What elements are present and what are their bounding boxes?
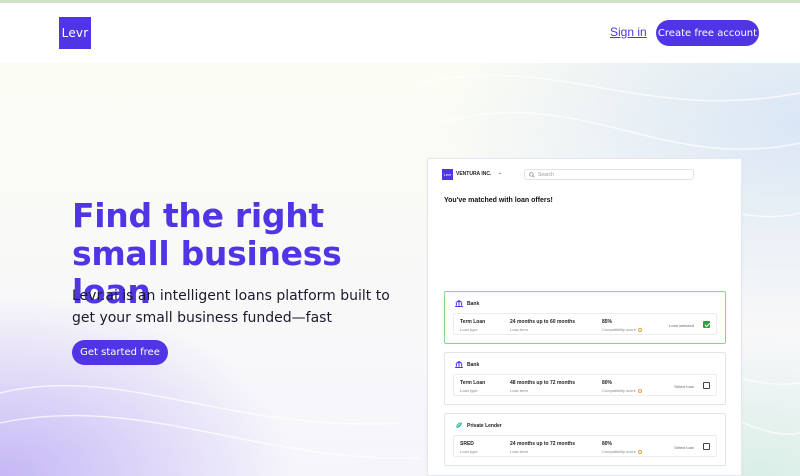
info-icon[interactable] bbox=[637, 388, 642, 393]
loan-action-label: Select loan bbox=[674, 384, 694, 389]
compatibility-score-value: 80% bbox=[602, 441, 613, 447]
lender-name: Bank bbox=[467, 301, 480, 307]
company-selector[interactable]: VENTURA INC. bbox=[456, 171, 491, 177]
private-lender-icon bbox=[455, 422, 463, 429]
loan-term-value: 24 months up to 60 months bbox=[510, 319, 576, 325]
compatibility-score-label: Compatibility score bbox=[602, 327, 642, 332]
loan-offer-card[interactable]: Private Lender SRED Loan type 24 months … bbox=[444, 413, 726, 466]
loan-term-label: Loan term bbox=[510, 449, 529, 454]
hero-subtitle: Levr.ai is an intelligent loans platform… bbox=[72, 288, 390, 326]
loan-term-cell: 24 months up to 72 months Loan term bbox=[510, 441, 575, 454]
lender-name: Private Lender bbox=[467, 423, 502, 429]
loan-type-label: Loan type bbox=[460, 449, 478, 454]
bank-icon bbox=[455, 300, 463, 307]
loan-details-row: Term Loan Loan type 48 months up to 72 m… bbox=[453, 374, 717, 396]
compatibility-score-cell: 80% Compatibility score bbox=[602, 380, 642, 393]
lender-name: Bank bbox=[467, 362, 480, 368]
loan-type-cell: SRED Loan type bbox=[460, 441, 478, 454]
loan-offer-card[interactable]: Bank Term Loan Loan type 48 months up to… bbox=[444, 352, 726, 405]
loan-term-value: 24 months up to 72 months bbox=[510, 441, 576, 447]
loan-type-value: Term Loan bbox=[460, 380, 486, 386]
loan-term-cell: 48 months up to 72 months Loan term bbox=[510, 380, 575, 393]
loan-details-row: Term Loan Loan type 24 months up to 60 m… bbox=[453, 313, 717, 335]
loan-offers-preview: Levr VENTURA INC. ⌄ Search You've matche… bbox=[427, 158, 742, 476]
bank-icon bbox=[455, 361, 463, 368]
loan-term-label: Loan term bbox=[510, 327, 529, 332]
loan-action-label: Select loan bbox=[674, 445, 694, 450]
compatibility-score-value: 85% bbox=[602, 319, 613, 325]
loan-details-row: SRED Loan type 24 months up to 72 months… bbox=[453, 435, 717, 457]
compatibility-score-label: Compatibility score bbox=[602, 449, 642, 454]
info-icon[interactable] bbox=[637, 449, 642, 454]
loan-type-cell: Term Loan Loan type bbox=[460, 380, 485, 393]
preview-search-input[interactable]: Search bbox=[524, 169, 694, 180]
loan-type-cell: Term Loan Loan type bbox=[460, 319, 485, 332]
hero-section: Find the right small business loan Levr.… bbox=[0, 63, 800, 476]
loan-action-label: Loan selected bbox=[669, 323, 694, 328]
loan-type-label: Loan type bbox=[460, 327, 478, 332]
loan-checkbox[interactable] bbox=[703, 382, 710, 389]
loan-checkbox[interactable] bbox=[703, 321, 710, 328]
levr-logo[interactable]: Levr bbox=[59, 17, 91, 49]
loan-type-value: SRED bbox=[460, 441, 474, 447]
compatibility-score-cell: 85% Compatibility score bbox=[602, 319, 642, 332]
search-placeholder: Search bbox=[538, 172, 554, 178]
info-icon[interactable] bbox=[637, 327, 642, 332]
matched-heading: You've matched with loan offers! bbox=[444, 197, 553, 204]
compatibility-score-label: Compatibility score bbox=[602, 388, 642, 393]
loan-offer-card[interactable]: Bank Term Loan Loan type 24 months up to… bbox=[444, 291, 726, 344]
search-icon bbox=[529, 172, 535, 178]
compatibility-score-cell: 80% Compatibility score bbox=[602, 441, 642, 454]
loan-type-value: Term Loan bbox=[460, 319, 486, 325]
create-free-account-button[interactable]: Create free account bbox=[656, 20, 759, 46]
loan-term-cell: 24 months up to 60 months Loan term bbox=[510, 319, 575, 332]
get-started-free-button[interactable]: Get started free bbox=[72, 340, 168, 365]
compatibility-score-value: 80% bbox=[602, 380, 613, 386]
top-navigation: Levr Sign in Create free account bbox=[0, 3, 800, 63]
chevron-down-icon[interactable]: ⌄ bbox=[498, 170, 502, 176]
sign-in-link[interactable]: Sign in bbox=[610, 25, 647, 39]
loan-checkbox[interactable] bbox=[703, 443, 710, 450]
loan-term-label: Loan term bbox=[510, 388, 529, 393]
loan-term-value: 48 months up to 72 months bbox=[510, 380, 576, 386]
preview-levr-logo: Levr bbox=[442, 169, 453, 180]
loan-type-label: Loan type bbox=[460, 388, 478, 393]
